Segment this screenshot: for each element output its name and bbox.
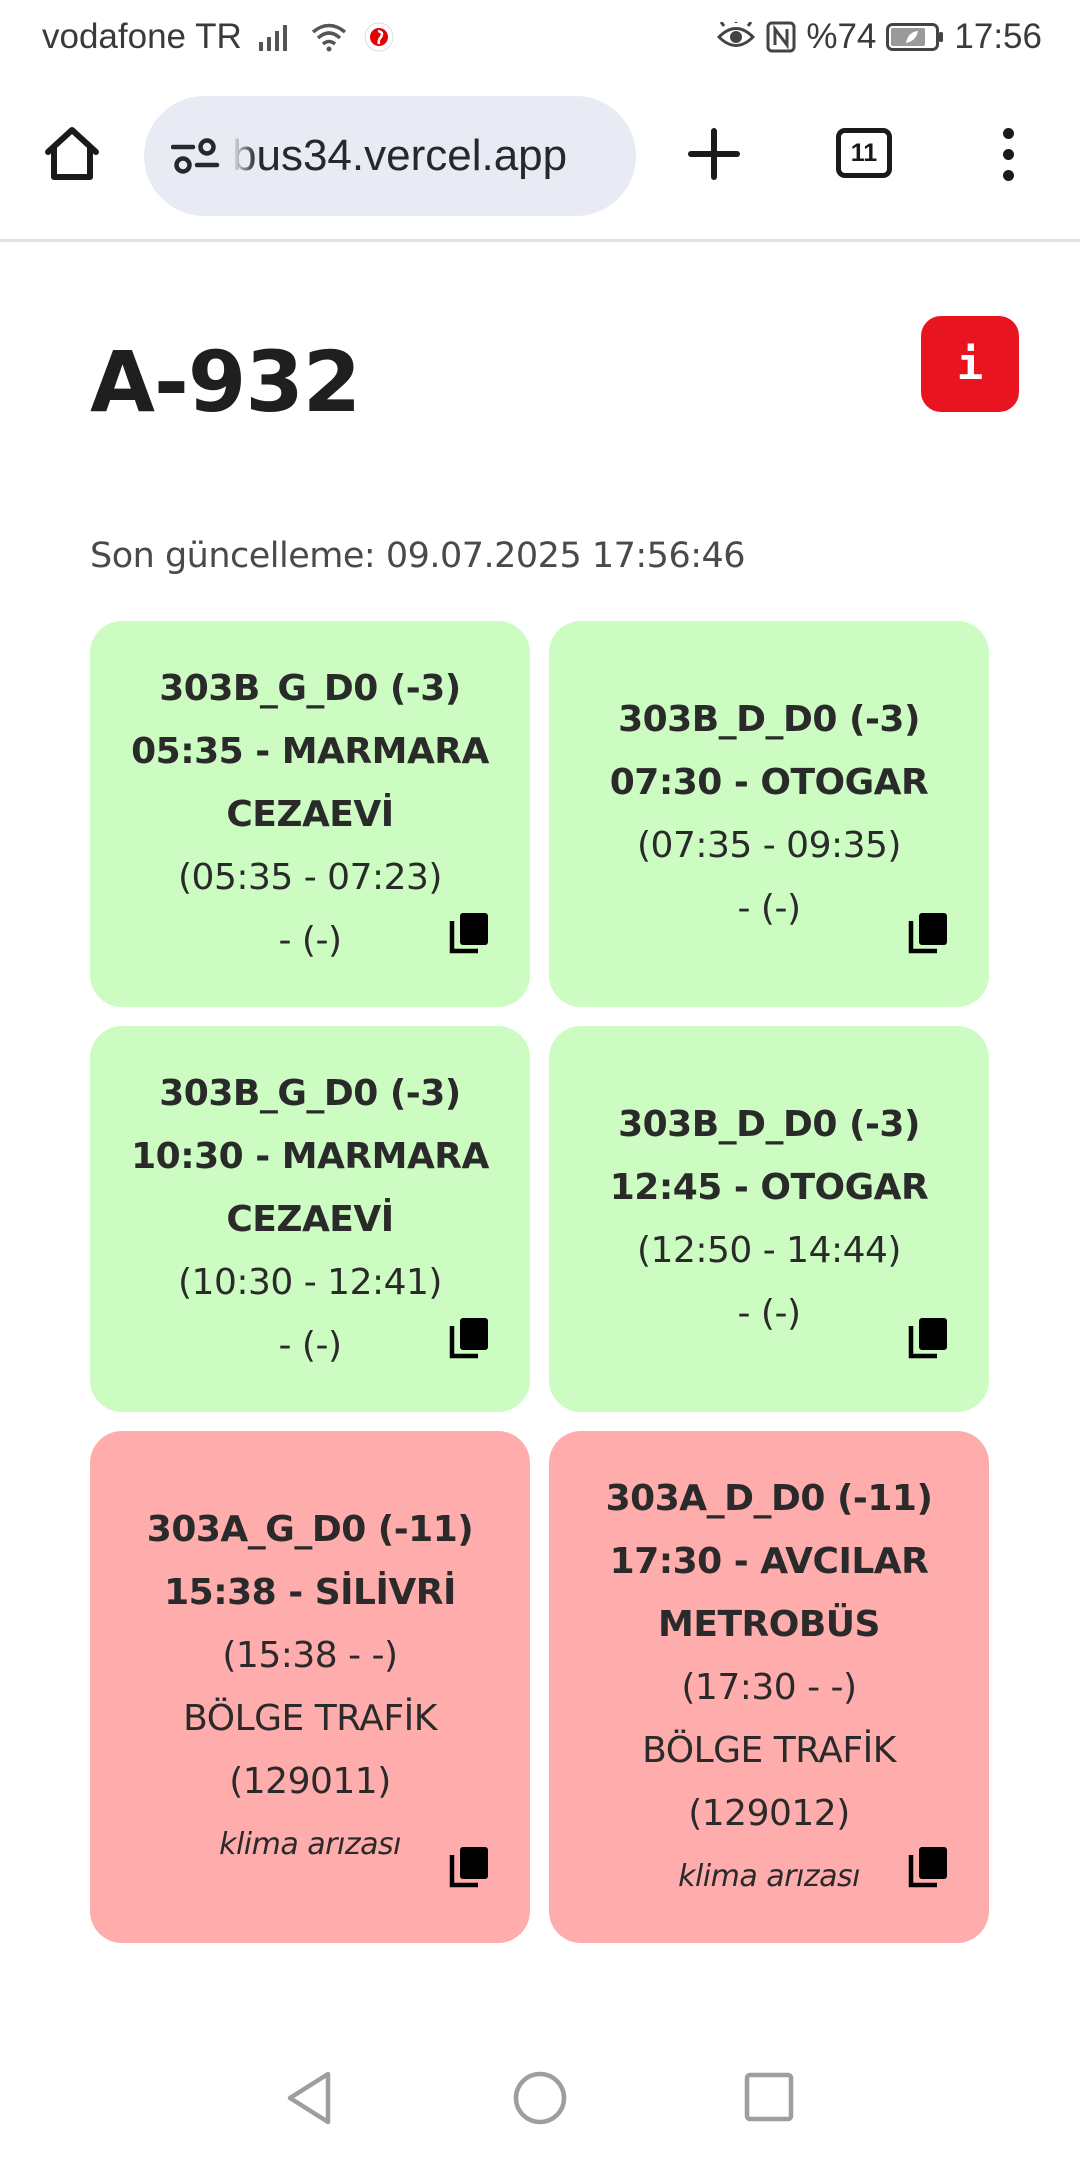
url-text[interactable]: bus34.vercel.app	[232, 131, 567, 181]
trip-region: BÖLGE TRAFİK	[183, 1698, 437, 1739]
departure: CEZAEVİ	[226, 793, 394, 835]
departure: 10:30 - MARMARA	[131, 1135, 489, 1177]
home-button[interactable]	[36, 118, 108, 190]
menu-dot	[1002, 148, 1014, 160]
copy-icon[interactable]	[907, 1316, 949, 1360]
departure: 15:38 - SİLİVRİ	[164, 1572, 456, 1613]
wifi-icon	[310, 22, 348, 52]
home-icon	[45, 127, 99, 180]
plus-icon	[688, 128, 740, 180]
site-settings-icon[interactable]	[168, 128, 224, 184]
info-button[interactable]: i	[921, 316, 1019, 412]
trip-detail: - (-)	[737, 1293, 801, 1334]
carrier-label: vodafone TR	[42, 17, 242, 56]
trip-region: BÖLGE TRAFİK	[642, 1729, 896, 1771]
trip-detail: - (-)	[278, 1324, 342, 1366]
trip-card[interactable]: 303B_G_D0 (-3) 05:35 - MARMARA CEZAEVİ (…	[90, 621, 530, 1007]
departure: CEZAEVİ	[226, 1198, 394, 1240]
time-range: (05:35 - 07:23)	[178, 856, 442, 898]
departure: 05:35 - MARMARA	[131, 730, 489, 772]
trip-card[interactable]: 303A_D_D0 (-11) 17:30 - AVCILAR METROBÜS…	[549, 1431, 989, 1943]
signal-icon	[258, 22, 294, 52]
battery-icon	[886, 23, 944, 51]
trip-card[interactable]: 303B_D_D0 (-3) 07:30 - OTOGAR (07:35 - 0…	[549, 621, 989, 1007]
departure: METROBÜS	[658, 1603, 880, 1645]
address-bar[interactable]: bus34.vercel.app	[144, 96, 636, 216]
browser-toolbar: bus34.vercel.app 11	[0, 74, 1080, 242]
vodafone-icon	[364, 22, 394, 52]
time-range: (17:30 - -)	[681, 1666, 857, 1708]
recents-icon[interactable]	[744, 2072, 794, 2122]
time-range: (07:35 - 09:35)	[637, 825, 901, 866]
trip-card[interactable]: 303B_G_D0 (-3) 10:30 - MARMARA CEZAEVİ (…	[90, 1026, 530, 1412]
trip-code: (129012)	[688, 1792, 850, 1834]
departure: 12:45 - OTOGAR	[609, 1167, 929, 1208]
trip-note: klima arızası	[219, 1827, 401, 1862]
home-circle-icon[interactable]	[512, 2070, 568, 2126]
status-right: %74 17:56	[716, 0, 1042, 74]
trip-detail: - (-)	[737, 888, 801, 929]
navigation-bar	[0, 2040, 1080, 2160]
copy-icon[interactable]	[448, 1845, 490, 1889]
line-code: 303B_G_D0 (-3)	[159, 1072, 461, 1114]
nfc-icon	[766, 21, 796, 53]
menu-dot	[1002, 169, 1014, 181]
departure: 07:30 - OTOGAR	[609, 762, 929, 803]
page-title: A-932	[90, 333, 361, 431]
departure: 17:30 - AVCILAR	[609, 1540, 929, 1582]
trip-detail: - (-)	[278, 919, 342, 961]
line-code: 303B_G_D0 (-3)	[159, 667, 461, 709]
more-vert-icon[interactable]	[988, 114, 1028, 194]
time-range: (12:50 - 14:44)	[637, 1230, 901, 1271]
line-code: 303A_G_D0 (-11)	[146, 1509, 474, 1550]
copy-icon[interactable]	[907, 1845, 949, 1889]
trip-card[interactable]: 303B_D_D0 (-3) 12:45 - OTOGAR (12:50 - 1…	[549, 1026, 989, 1412]
status-left: vodafone TR	[42, 0, 394, 74]
time-range: (10:30 - 12:41)	[178, 1261, 442, 1303]
time-range: (15:38 - -)	[222, 1635, 398, 1676]
copy-icon[interactable]	[448, 911, 490, 955]
line-code: 303A_D_D0 (-11)	[605, 1477, 933, 1519]
info-icon: i	[956, 338, 984, 390]
battery-percent: %74	[806, 17, 877, 56]
last-update: Son güncelleme: 09.07.2025 17:56:46	[90, 536, 746, 576]
page: vodafone TR %74 17:56 bus34.vercel.app 1…	[0, 0, 1080, 2160]
tabs-icon[interactable]: 11	[836, 128, 892, 178]
eye-comfort-icon	[716, 22, 756, 52]
line-code: 303B_D_D0 (-3)	[618, 699, 920, 740]
tab-count: 11	[850, 138, 878, 167]
new-tab-button[interactable]	[680, 120, 748, 188]
copy-icon[interactable]	[907, 911, 949, 955]
trip-code: (129011)	[229, 1761, 391, 1802]
menu-dot	[1002, 127, 1014, 139]
trip-card[interactable]: 303A_G_D0 (-11) 15:38 - SİLİVRİ (15:38 -…	[90, 1431, 530, 1943]
status-bar: vodafone TR %74 17:56	[0, 0, 1080, 74]
back-icon[interactable]	[284, 2070, 334, 2126]
clock: 17:56	[954, 17, 1042, 56]
trip-note: klima arızası	[678, 1858, 860, 1894]
line-code: 303B_D_D0 (-3)	[618, 1104, 920, 1145]
copy-icon[interactable]	[448, 1316, 490, 1360]
